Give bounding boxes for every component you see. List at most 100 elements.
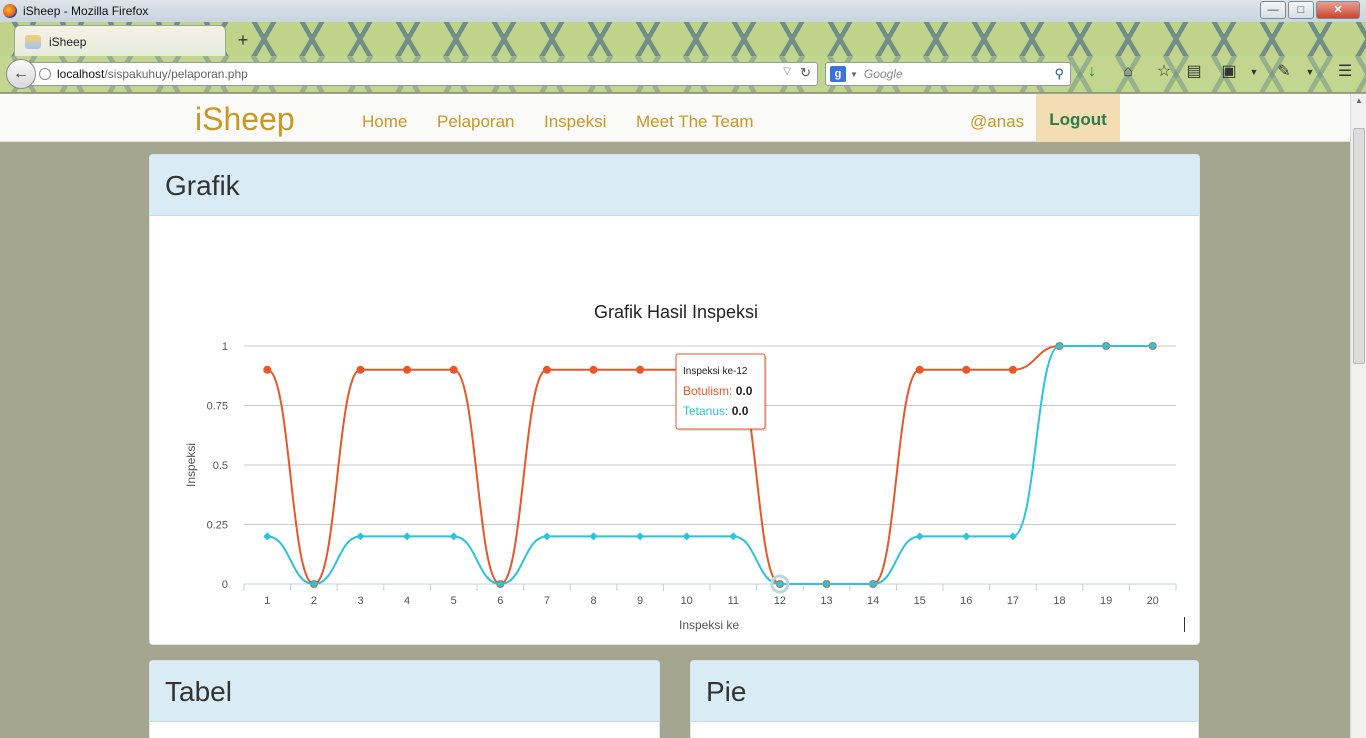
y-axis-title: Inspeksi — [184, 443, 198, 487]
x-axis-title: Inspeksi ke — [679, 618, 739, 632]
close-icon[interactable]: ✕ — [1316, 1, 1360, 19]
grafik-panel-title: Grafik — [150, 155, 1199, 216]
y-tick-label: 1 — [222, 341, 228, 353]
text-cursor — [1184, 617, 1185, 632]
x-tick-label: 3 — [357, 595, 363, 607]
maximize-icon[interactable]: □ — [1288, 1, 1314, 19]
url-bar[interactable]: localhost/sispakuhuy/pelaporan.php ▽ ↻ — [30, 62, 818, 86]
x-tick-label: 9 — [637, 595, 643, 607]
data-point-botulism[interactable] — [263, 365, 272, 374]
x-tick-label: 18 — [1053, 595, 1065, 607]
pie-panel-title: Pie — [691, 661, 1198, 722]
new-tab-icon[interactable]: + — [232, 29, 254, 51]
pie-panel: Pie — [690, 660, 1199, 738]
eyedropper-icon[interactable]: ✎ — [1273, 61, 1295, 83]
window-titlebar: iSheep - Mozilla Firefox — □ ✕ — [0, 0, 1366, 22]
x-tick-label: 14 — [867, 595, 879, 607]
tab-title: iSheep — [49, 34, 87, 49]
y-axis-ticks: 0 0.25 0.5 0.75 1 — [207, 341, 228, 591]
nav-meet-the-team[interactable]: Meet The Team — [636, 112, 754, 132]
x-tick-label: 19 — [1100, 595, 1112, 607]
x-tick-label: 15 — [914, 595, 926, 607]
tooltip-row-value: 0.0 — [736, 384, 753, 398]
firefox-icon — [3, 4, 17, 18]
x-tick-label: 1 — [264, 595, 270, 607]
x-tick-label: 16 — [960, 595, 972, 607]
data-point-botulism[interactable] — [915, 365, 924, 374]
browser-tab[interactable]: iSheep — [14, 25, 226, 57]
nav-inspeksi[interactable]: Inspeksi — [544, 112, 606, 132]
search-bar[interactable]: g ▼ Google ⚲ — [825, 62, 1071, 86]
x-tick-label: 2 — [311, 595, 317, 607]
logout-button[interactable]: Logout — [1036, 94, 1120, 142]
data-point-tetanus[interactable] — [915, 532, 924, 541]
window-controls: — □ ✕ — [1260, 1, 1360, 19]
line-chart: Grafik Hasil Inspeksi 00.250.50.751 1234… — [184, 302, 1177, 632]
data-point-botulism[interactable] — [403, 365, 412, 374]
bookmark-star-icon[interactable]: ☆ — [1153, 61, 1175, 83]
search-engine-dropdown-icon[interactable]: ▼ — [850, 70, 858, 79]
data-point-tetanus[interactable] — [729, 532, 738, 541]
screenshot-dropdown-icon[interactable]: ▼ — [1243, 61, 1265, 83]
data-point-tetanus[interactable] — [1008, 532, 1017, 541]
url-dropdown-icon[interactable]: ▽ — [783, 66, 791, 77]
tooltip-row: Tetanus: 0.0 — [683, 404, 749, 418]
tooltip-row-label: Botulism: — [683, 384, 736, 398]
data-point-botulism[interactable] — [589, 365, 598, 374]
x-tick-label: 11 — [728, 595, 739, 607]
data-point-botulism[interactable] — [449, 365, 458, 374]
data-point-botulism[interactable] — [1008, 365, 1017, 374]
data-point-tetanus[interactable] — [403, 532, 412, 541]
window-title: iSheep - Mozilla Firefox — [23, 4, 149, 18]
scrollbar-thumb[interactable] — [1353, 128, 1365, 364]
data-point-botulism[interactable] — [542, 365, 551, 374]
data-point-tetanus[interactable] — [682, 532, 691, 541]
data-point-tetanus[interactable] — [962, 532, 971, 541]
reload-icon[interactable]: ↻ — [800, 65, 811, 81]
minimize-icon[interactable]: — — [1260, 1, 1286, 19]
data-point-botulism[interactable] — [962, 365, 971, 374]
search-engine-icon[interactable]: g — [830, 66, 846, 82]
x-tick-label: 7 — [544, 595, 550, 607]
data-point-tetanus[interactable] — [356, 532, 365, 541]
brand-logo[interactable]: iSheep — [195, 101, 295, 138]
home-icon[interactable]: ⌂ — [1117, 61, 1139, 83]
y-tick-label: 0 — [222, 579, 228, 591]
tabel-panel-title: Tabel — [150, 661, 659, 722]
scroll-up-icon[interactable]: ▲ — [1355, 96, 1363, 105]
tabel-panel: Tabel — [149, 660, 660, 738]
search-icon[interactable]: ⚲ — [1054, 66, 1064, 82]
site-header: iSheep Home Pelaporan Inspeksi Meet The … — [0, 94, 1350, 142]
nav-home[interactable]: Home — [362, 112, 407, 132]
user-link[interactable]: @anas — [970, 112, 1024, 132]
data-point-botulism[interactable] — [636, 365, 645, 374]
data-point-tetanus[interactable] — [449, 532, 458, 541]
data-point-botulism[interactable] — [356, 365, 365, 374]
download-icon[interactable]: ↓ — [1081, 61, 1103, 83]
eyedropper-dropdown-icon[interactable]: ▼ — [1299, 61, 1321, 83]
y-tick-label: 0.25 — [207, 520, 228, 532]
data-point-tetanus[interactable] — [263, 532, 272, 541]
tooltip-header: Inspeksi ke-12 — [683, 366, 748, 377]
screenshot-icon[interactable]: ▣ — [1218, 61, 1240, 83]
x-tick-label: 20 — [1147, 595, 1159, 607]
nav-pelaporan[interactable]: Pelaporan — [437, 112, 515, 132]
menu-icon[interactable]: ☰ — [1334, 61, 1356, 83]
x-tick-label: 6 — [497, 595, 503, 607]
tooltip-row: Botulism: 0.0 — [683, 384, 753, 398]
y-tick-label: 0.5 — [213, 460, 228, 472]
x-tick-label: 5 — [451, 595, 457, 607]
chart-tooltip: Inspeksi ke-12 Botulism: 0.0 Tetanus: 0.0 — [675, 353, 767, 431]
tooltip-row-label: Tetanus: — [683, 404, 732, 418]
back-button[interactable]: ← — [6, 59, 36, 89]
search-placeholder: Google — [863, 67, 903, 81]
data-point-tetanus[interactable] — [589, 532, 598, 541]
globe-icon — [39, 68, 51, 80]
x-tick-label: 12 — [774, 595, 786, 607]
data-point-tetanus[interactable] — [542, 532, 551, 541]
bookmarks-menu-icon[interactable]: ▤ — [1183, 61, 1205, 83]
url-host: localhost — [57, 67, 105, 81]
page-scrollbar[interactable]: ▲ — [1350, 94, 1366, 738]
x-tick-label: 8 — [590, 595, 596, 607]
data-point-tetanus[interactable] — [636, 532, 645, 541]
